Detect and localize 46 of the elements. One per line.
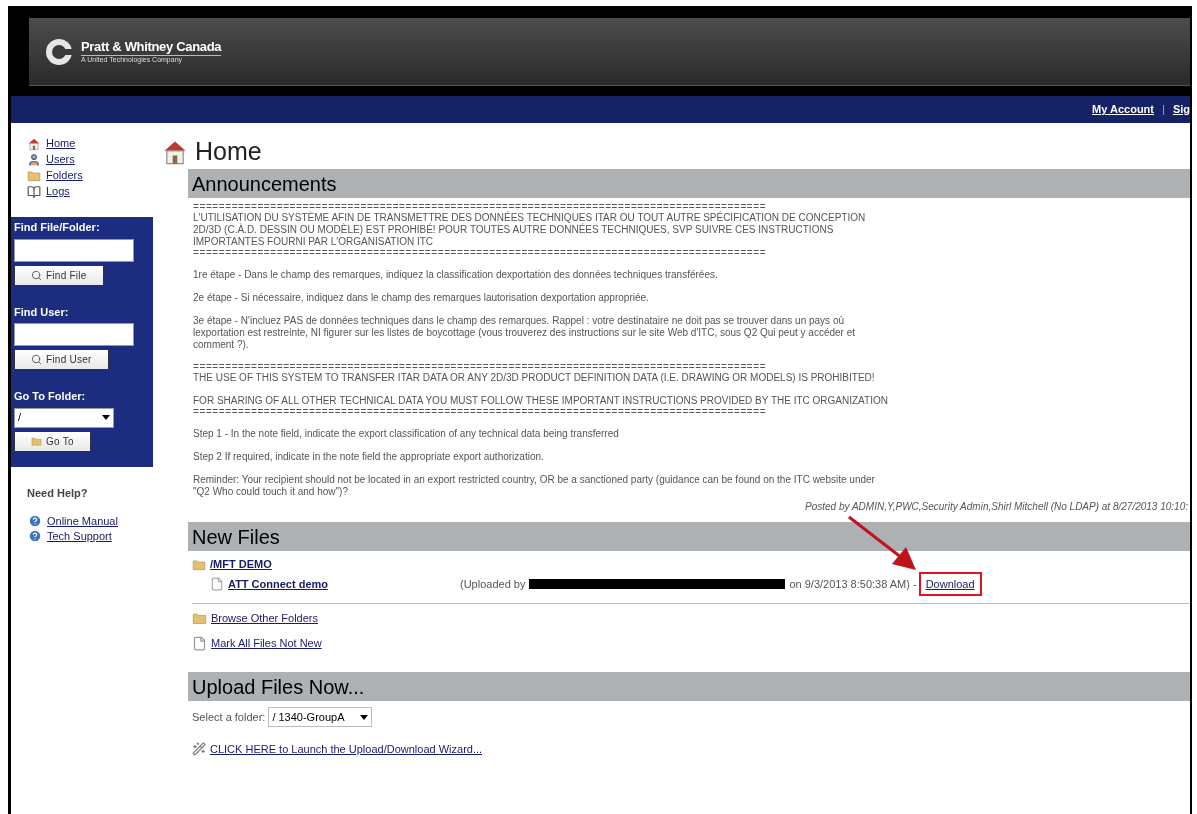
nav-link[interactable]: Users [46, 151, 75, 168]
upload-info: (Uploaded by [460, 576, 526, 592]
field-label: Go To Folder: [14, 389, 87, 404]
folder-dropdown[interactable]: / 1340-GroupA [268, 707, 373, 727]
folder-link[interactable]: /MFT DEMO [210, 556, 272, 573]
section-header: New Files [188, 522, 1190, 551]
download-link[interactable]: Download [918, 571, 982, 597]
nav-link[interactable]: Logs [46, 183, 70, 200]
account-link[interactable]: My Account [1092, 101, 1154, 118]
field-label: Select a folder: [192, 709, 266, 725]
help-title: Need Help? [27, 486, 89, 501]
nav-link[interactable]: Folders [46, 167, 83, 184]
rule-line: ========================================================================================= [193, 362, 768, 372]
announcement-text: 3e étape - N'incluez PAS de données techniques dans le champ des remarques. Rappel : votre destinataire ne doit pas se trouver dans un pays où lexportation est restreinte, NI figurer sur les listes de boycottage (vous trouverez des instructions sur le site Web d'ITC, sous Q2 Qui peut y accéder et comment ?). [193, 315, 857, 351]
logo-name: Pratt & Whitney Canada [81, 38, 222, 56]
help-link[interactable]: Online Manual [47, 512, 118, 530]
action-link[interactable]: Mark All Files Not New [211, 634, 322, 652]
announcement-text: 2e étape - Si nécessaire, indiquez dans le champ des remarques lautorisation dexportation appropriée. [193, 292, 650, 304]
announcement-text: 1re étape - Dans le champ des remarques, indiquez la classification dexportation des données techniques transférées. [193, 269, 719, 281]
account-link[interactable]: Sig [1172, 101, 1190, 118]
field-label: Find File/Folder: [14, 220, 101, 235]
posted-by: Posted by ADMIN,Y,PWC,Security Admin,Shirl Mitchell (No LDAP) at 8/27/2013 10:10: [805, 501, 1188, 513]
nav-link[interactable]: Home [46, 135, 76, 152]
announcement-text: THE USE OF THIS SYSTEM TO TRANSFER ITAR DATA OR ANY 2D/3D PRODUCT DEFINITION DATA (I.E. DRAWING OR MODELS) IS PROHIBITED! [193, 372, 876, 384]
upload-info: on 9/3/2013 8:50:38 AM) - [789, 576, 917, 592]
section-header: Announcements [188, 169, 1190, 198]
rule-line: ========================================================================================= [193, 407, 768, 417]
file-link[interactable]: ATT Connect demo [228, 575, 328, 593]
search-button[interactable]: Find File [14, 264, 104, 286]
announcement-text: FOR SHARING OF ALL OTHER TECHNICAL DATA YOU MUST FOLLOW THESE IMPORTANT INSTRUCTIONS PROVIDED BY THE ITC ORGANIZATION [193, 395, 889, 407]
action-link[interactable]: Browse Other Folders [211, 609, 318, 627]
announcement-text: Reminder: Your recipient should not be located in an export restricted country, OR be a sanctioned party (guidance can be found on the ITC website under "Q2 Who could touch it and how")? [193, 474, 876, 498]
rule-line: ========================================================================================= [193, 248, 768, 258]
search-button[interactable]: Find User [14, 349, 109, 370]
announcement-text: Step 2 If required, indicate in the note field the appropriate export authorization. [193, 451, 545, 463]
announcement-text: Step 1 - In the note field, indicate the export classification of any technical data being transferred [193, 428, 620, 440]
separator: | [1162, 102, 1165, 118]
page-title: Home [195, 136, 262, 168]
wizard-link[interactable]: CLICK HERE to Launch the Upload/Download Wizard... [210, 741, 483, 758]
go-button[interactable]: Go To [14, 430, 91, 452]
announcement-text: L'UTILISATION DU SYSTÈME AFIN DE TRANSMETTRE DES DONNÉES TECHNIQUES ITAR OU TOUT AUTRE SPÉCIFICATION DE CONCEPTION 2D/3D (C.À.D. DESSIN OU MODÈLE) EST PROHIBÉ! POUR TOUTES AUTRE DONNÉES TECHNIQUES, SVP SUIVRE CES INSTRUCTIONS IMPORTANTES FOURNI PAR L'ORGANISATION ITC [193, 212, 867, 248]
field-label: Find User: [14, 304, 70, 320]
folder-dropdown[interactable]: / [14, 407, 114, 428]
help-link[interactable]: Tech Support [47, 527, 112, 545]
rule-line: ========================================================================================= [193, 202, 767, 212]
section-header: Upload Files Now... [188, 672, 1190, 701]
